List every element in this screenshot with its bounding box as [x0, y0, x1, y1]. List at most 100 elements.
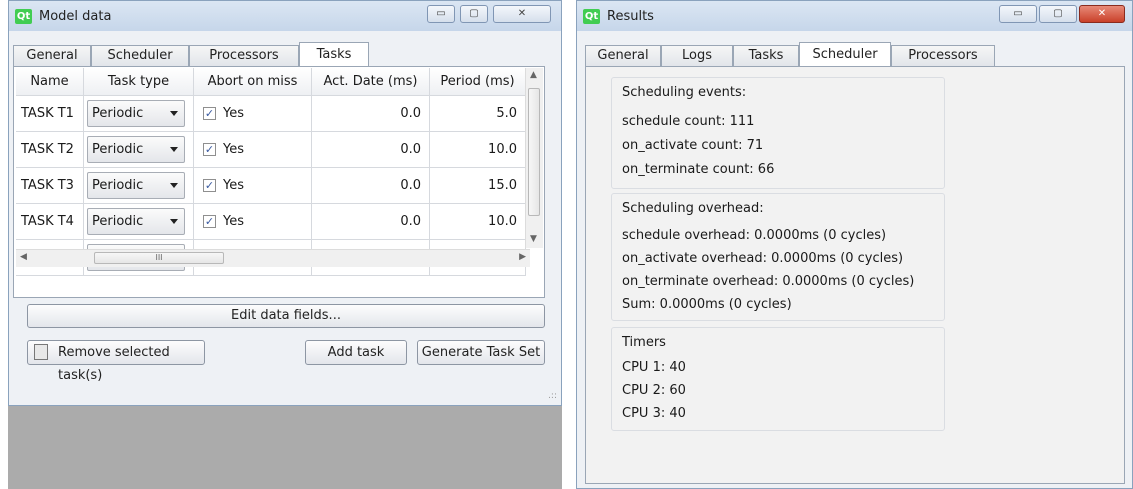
abort-on-miss-cell: ✓ Yes	[194, 168, 312, 204]
task-type-value: Periodic	[92, 142, 144, 157]
task-name-cell[interactable]: TASK T4	[16, 204, 84, 240]
tab-tasks[interactable]: Tasks	[733, 45, 799, 66]
col-header-abort-on-miss[interactable]: Abort on miss	[194, 68, 312, 96]
generate-task-set-button[interactable]: Generate Task Set	[417, 340, 545, 365]
tab-general[interactable]: General	[585, 45, 661, 66]
col-header-period[interactable]: Period (ms)	[430, 68, 526, 96]
results-window: Qt Results ▭ ▢ ✕ General Logs Tasks Sche…	[576, 0, 1133, 489]
task-type-value: Periodic	[92, 106, 144, 121]
col-header-act-date[interactable]: Act. Date (ms)	[312, 68, 430, 96]
col-header-name[interactable]: Name	[16, 68, 84, 96]
minimize-button[interactable]: ▭	[427, 5, 455, 23]
task-type-dropdown[interactable]: Periodic	[87, 208, 185, 235]
scheduler-panel: Scheduling events: schedule count: 111 o…	[585, 66, 1125, 484]
horizontal-scrollbar[interactable]: ◀ III ▶	[16, 249, 530, 267]
minimize-button[interactable]: ▭	[999, 5, 1037, 23]
results-titlebar[interactable]: Qt Results ▭ ▢ ✕	[577, 1, 1132, 31]
act-date-cell[interactable]: 0.0	[312, 204, 430, 240]
task-name-cell[interactable]: TASK T1	[16, 96, 84, 132]
group-scheduling-overhead: Scheduling overhead: schedule overhead: …	[611, 193, 945, 321]
tab-processors[interactable]: Processors	[891, 45, 995, 66]
window-title: Model data	[39, 9, 112, 24]
task-type-cell: Periodic	[84, 168, 194, 204]
table-row[interactable]: TASK T4 Periodic ✓ Yes 0.0 10.0	[16, 204, 526, 240]
close-button[interactable]: ✕	[493, 5, 551, 23]
scroll-up-arrow-icon[interactable]: ▲	[530, 70, 537, 80]
abort-on-miss-checkbox[interactable]: ✓	[203, 215, 216, 228]
maximize-button[interactable]: ▢	[1039, 5, 1077, 23]
model-data-window: Qt Model data ▭ ▢ ✕ General Scheduler Pr…	[8, 0, 562, 406]
remove-selected-tasks-button[interactable]: Remove selected task(s)	[27, 340, 205, 383]
trash-icon	[34, 344, 48, 360]
edit-data-fields-button[interactable]: Edit data fields...	[27, 304, 545, 328]
model-data-titlebar[interactable]: Qt Model data ▭ ▢ ✕	[9, 1, 561, 31]
col-header-task-type[interactable]: Task type	[84, 68, 194, 96]
vertical-scrollbar[interactable]: ▲ ▼	[525, 68, 543, 248]
window-title: Results	[607, 9, 654, 24]
task-type-cell: Periodic	[84, 132, 194, 168]
dropdown-arrow-icon	[170, 111, 178, 116]
task-type-dropdown[interactable]: Periodic	[87, 136, 185, 163]
task-type-cell: Periodic	[84, 96, 194, 132]
task-type-dropdown[interactable]: Periodic	[87, 100, 185, 127]
period-cell[interactable]: 10.0	[430, 132, 526, 168]
group-title: Timers	[622, 335, 666, 350]
resize-grip-icon[interactable]: .::	[548, 391, 557, 401]
table-row[interactable]: TASK T3 Periodic ✓ Yes 0.0 15.0	[16, 168, 526, 204]
tab-tasks[interactable]: Tasks	[299, 42, 369, 67]
remove-button-label: Remove selected task(s)	[58, 345, 170, 383]
task-type-dropdown[interactable]: Periodic	[87, 172, 185, 199]
period-cell[interactable]: 10.0	[430, 204, 526, 240]
table-row[interactable]: TASK T1 Periodic ✓ Yes 0.0 5.0	[16, 96, 526, 132]
stat-line: on_terminate count: 66	[622, 162, 775, 177]
tab-scheduler[interactable]: Scheduler	[91, 45, 189, 66]
group-scheduling-events: Scheduling events: schedule count: 111 o…	[611, 77, 945, 189]
abort-on-miss-label: Yes	[223, 142, 244, 157]
period-cell[interactable]: 15.0	[430, 168, 526, 204]
dropdown-arrow-icon	[170, 219, 178, 224]
tab-logs[interactable]: Logs	[661, 45, 733, 66]
period-cell[interactable]: 5.0	[430, 96, 526, 132]
dropdown-arrow-icon	[170, 183, 178, 188]
act-date-cell[interactable]: 0.0	[312, 96, 430, 132]
stat-line: on_terminate overhead: 0.0000ms (0 cycle…	[622, 274, 915, 289]
abort-on-miss-cell: ✓ Yes	[194, 132, 312, 168]
scroll-left-arrow-icon[interactable]: ◀	[20, 252, 27, 262]
act-date-cell[interactable]: 0.0	[312, 168, 430, 204]
stat-line: CPU 1: 40	[622, 360, 686, 375]
task-name-cell[interactable]: TASK T2	[16, 132, 84, 168]
abort-on-miss-label: Yes	[223, 178, 244, 193]
tasks-panel: Name Task type Abort on miss Act. Date (…	[13, 66, 557, 298]
abort-on-miss-checkbox[interactable]: ✓	[203, 179, 216, 192]
tab-scheduler[interactable]: Scheduler	[799, 42, 891, 67]
scroll-right-arrow-icon[interactable]: ▶	[519, 252, 526, 262]
task-name-cell[interactable]: TASK T3	[16, 168, 84, 204]
stat-line: CPU 2: 60	[622, 383, 686, 398]
abort-on-miss-checkbox[interactable]: ✓	[203, 143, 216, 156]
results-tabs: General Logs Tasks Scheduler Processors	[585, 42, 1125, 67]
abort-on-miss-label: Yes	[223, 214, 244, 229]
maximize-button[interactable]: ▢	[460, 5, 488, 23]
model-tabs: General Scheduler Processors Tasks	[13, 42, 557, 67]
stat-line: schedule count: 111	[622, 114, 755, 129]
background-area	[8, 406, 562, 489]
stat-line: schedule overhead: 0.0000ms (0 cycles)	[622, 228, 887, 243]
scroll-down-arrow-icon[interactable]: ▼	[530, 234, 537, 244]
vertical-scroll-thumb[interactable]	[528, 88, 540, 216]
table-row[interactable]: TASK T2 Periodic ✓ Yes 0.0 10.0	[16, 132, 526, 168]
group-title: Scheduling events:	[622, 85, 747, 100]
close-button[interactable]: ✕	[1079, 5, 1125, 23]
task-type-value: Periodic	[92, 178, 144, 193]
tab-processors[interactable]: Processors	[189, 45, 299, 66]
qt-logo-icon: Qt	[583, 9, 600, 24]
abort-on-miss-checkbox[interactable]: ✓	[203, 107, 216, 120]
add-task-button[interactable]: Add task	[305, 340, 407, 365]
stat-line: Sum: 0.0000ms (0 cycles)	[622, 297, 792, 312]
tab-general[interactable]: General	[13, 45, 91, 66]
horizontal-scroll-thumb[interactable]: III	[94, 252, 224, 264]
group-title: Scheduling overhead:	[622, 201, 764, 216]
group-timers: Timers CPU 1: 40 CPU 2: 60 CPU 3: 40	[611, 327, 945, 431]
abort-on-miss-cell: ✓ Yes	[194, 204, 312, 240]
dropdown-arrow-icon	[170, 147, 178, 152]
act-date-cell[interactable]: 0.0	[312, 132, 430, 168]
